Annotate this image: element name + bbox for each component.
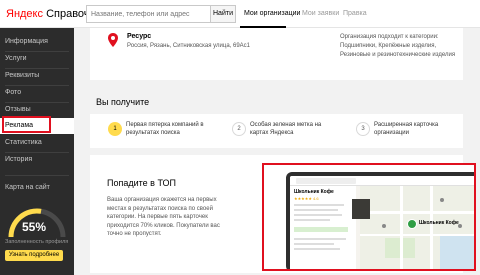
sidebar-item-statistics[interactable]: Статистика — [0, 135, 74, 151]
benefit-text: Расширенная карточка организации — [374, 122, 439, 136]
highlight-box-advertising — [2, 116, 51, 133]
preview-text-line — [294, 243, 334, 245]
map-road — [360, 211, 474, 214]
highlight-box-preview: Школьник Кофе Школьник Кофе ★★★★★ 4.6 — [262, 163, 476, 271]
sidebar-item-services[interactable]: Услуги — [0, 51, 74, 67]
preview-text-line — [294, 248, 340, 250]
promo-title: Попадите в ТОП — [107, 178, 177, 188]
organization-categories: Организация подходит к категории: Подшип… — [340, 34, 456, 58]
preview-rating: ★★★★★ 4.6 — [294, 196, 319, 201]
tab-my-organizations[interactable]: Мои организации — [244, 10, 300, 17]
map-water — [440, 236, 474, 269]
sidebar-item-requisites[interactable]: Реквизиты — [0, 68, 74, 84]
logo-brand: Яндекс — [6, 8, 43, 20]
benefit-number: 1 — [108, 122, 122, 136]
benefit-text: Первая пятерка компаний в результатах по… — [126, 122, 204, 136]
sidebar-item-information[interactable]: Информация — [0, 34, 74, 50]
preview-text-line — [294, 204, 344, 206]
tab-my-requests[interactable]: Мои заявки — [302, 10, 339, 17]
promo-text: Ваша организация окажется на первых мест… — [107, 197, 220, 237]
preview-toolbar — [290, 176, 474, 186]
map-poi — [382, 224, 386, 228]
benefit-number: 2 — [232, 122, 246, 136]
laptop-mockup: Школьник Кофе Школьник Кофе ★★★★★ 4.6 — [286, 172, 474, 269]
benefit-text: Особая зеленая метка на картах Яндекса — [250, 122, 322, 136]
top-bar: Яндекс Справочник Найти Мои организации … — [0, 0, 480, 28]
map-pin-green — [407, 219, 417, 229]
preview-text-line — [294, 209, 338, 211]
site-map-link[interactable]: Карта на сайт — [5, 184, 50, 191]
organization-name[interactable]: Ресурс — [127, 33, 151, 40]
map-poi — [440, 198, 444, 202]
benefit-number: 3 — [356, 122, 370, 136]
preview-photo — [352, 199, 370, 219]
map-preview-image: Школьник Кофе Школьник Кофе ★★★★★ 4.6 — [290, 176, 474, 269]
map-road — [400, 186, 403, 269]
learn-more-button[interactable]: Узнать подробнее — [5, 250, 63, 261]
map-road — [360, 234, 474, 236]
preview-text-line — [294, 238, 346, 240]
location-pin-icon — [108, 33, 118, 47]
preview-text-line — [294, 219, 330, 221]
sidebar-divider — [5, 175, 69, 176]
tab-edit[interactable]: Правка — [343, 10, 367, 17]
benefits-title: Вы получите — [96, 97, 150, 107]
map-road — [430, 186, 433, 269]
profile-percent: 55% — [22, 220, 47, 234]
map-pin-label: Школьник Кофе — [419, 220, 459, 226]
profile-caption: Заполненность профиля — [5, 239, 69, 245]
preview-text-line — [294, 214, 342, 216]
sidebar-item-history[interactable]: История — [0, 152, 74, 168]
preview-card-title: Школьник Кофе — [294, 189, 334, 195]
preview-search — [296, 178, 356, 184]
search-input[interactable] — [86, 5, 210, 23]
preview-green-badge — [294, 227, 348, 232]
sidebar-item-photo[interactable]: Фото — [0, 85, 74, 101]
search-button[interactable]: Найти — [210, 5, 236, 23]
organization-address: Россия, Рязань, Ситниковская улица, 69Ас… — [127, 43, 251, 49]
